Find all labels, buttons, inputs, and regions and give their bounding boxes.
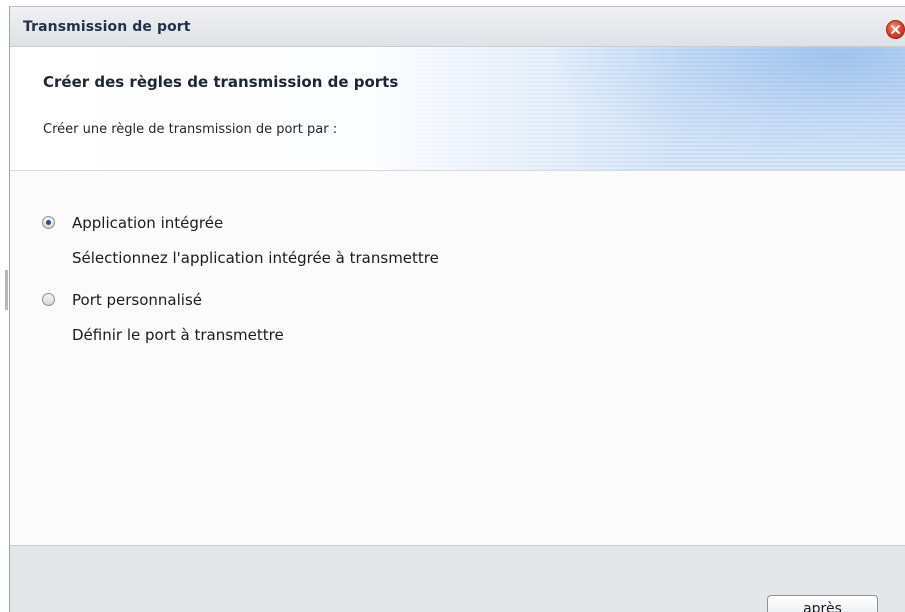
radio-custom-port[interactable] — [42, 293, 55, 306]
dialog-footer: après — [10, 545, 905, 612]
dialog-titlebar: Transmission de port — [10, 7, 905, 47]
wizard-subheading: Créer une règle de transmission de port … — [43, 122, 338, 137]
dialog-title: Transmission de port — [23, 19, 191, 35]
option-builtin-application-description: Sélectionnez l'application intégrée à tr… — [72, 249, 439, 267]
wizard-heading: Créer des règles de transmission de port… — [43, 73, 399, 91]
radio-builtin-application[interactable] — [42, 216, 55, 229]
next-button[interactable]: après — [767, 595, 878, 612]
option-custom-port-label[interactable]: Port personnalisé — [72, 291, 202, 309]
port-forwarding-dialog: Transmission de port Créer des règles de… — [9, 6, 905, 612]
wizard-header: Créer des règles de transmission de port… — [10, 47, 905, 171]
option-custom-port-description: Définir le port à transmettre — [72, 326, 284, 344]
page: Transmission de port Créer des règles de… — [0, 0, 905, 612]
option-builtin-application-label[interactable]: Application intégrée — [72, 214, 223, 232]
close-button[interactable] — [886, 20, 905, 39]
background-edge — [0, 0, 9, 612]
close-icon — [891, 25, 900, 34]
background-edge-mark — [5, 270, 8, 310]
